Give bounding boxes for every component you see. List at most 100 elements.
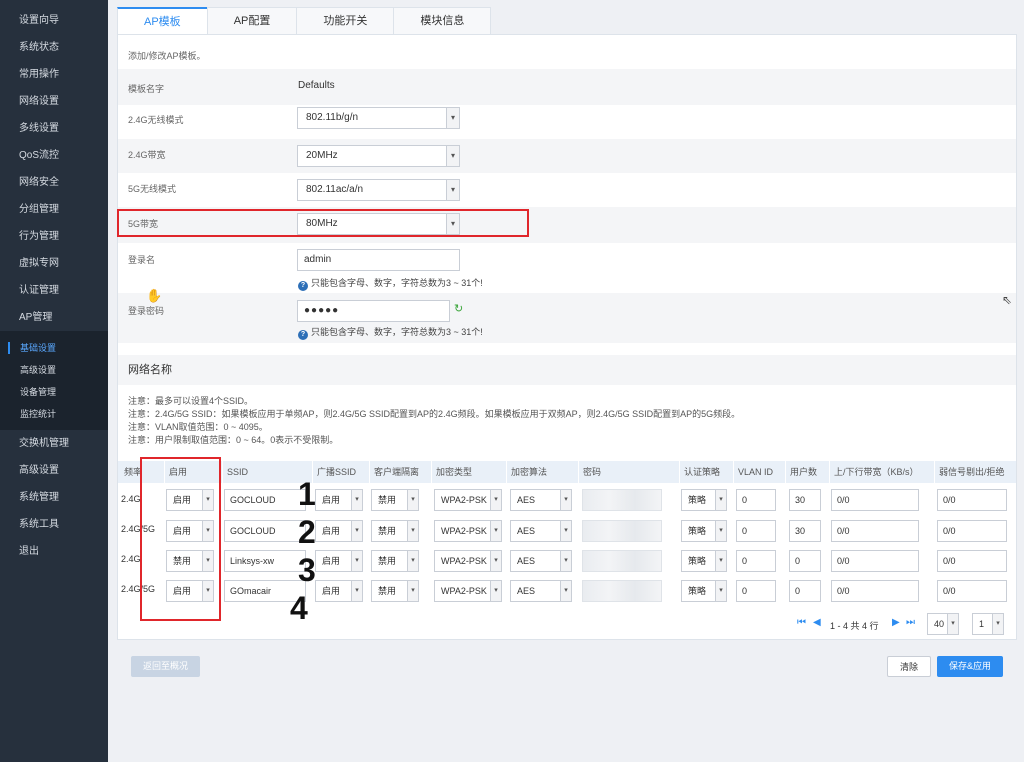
password-field[interactable] [582,550,662,572]
prev-page-icon[interactable]: ◀ [813,617,821,628]
auth-select[interactable]: 策略 ▾ [681,580,727,602]
note-line: 注意：用户限制取值范围：0 ~ 64。0表示不受限制。 [128,435,339,445]
sidebar-item-switch[interactable]: 交换机管理 [0,430,108,457]
ssid-input[interactable]: GOCLOUD [224,489,306,511]
ssid-input[interactable]: Linksys-xw [224,550,306,572]
sidebar-subitem-devices[interactable]: 设备管理 [0,381,108,403]
auth-select[interactable]: 策略 ▾ [681,550,727,572]
refresh-icon[interactable]: ↻ [454,302,463,315]
enc-type-select[interactable]: WPA2-PSK ▾ [434,580,502,602]
sidebar-item-qos[interactable]: QoS流控 [0,142,108,169]
note-line: 注意：最多可以设置4个SSID。 [128,396,254,406]
vlan-input[interactable]: 0 [736,580,776,602]
isolation-select[interactable]: 禁用 ▾ [371,489,419,511]
isolation-select[interactable]: 禁用 ▾ [371,580,419,602]
bw-24-select[interactable]: 20MHz ▾ [297,145,460,167]
page-select[interactable]: 1 ▾ [972,613,1004,635]
broadcast-select[interactable]: 启用 ▾ [315,550,363,572]
sidebar-item-behavior[interactable]: 行为管理 [0,223,108,250]
weak-signal-input[interactable]: 0/0 [937,520,1007,542]
bandwidth-input[interactable]: 0/0 [831,489,919,511]
sidebar-item-auth[interactable]: 认证管理 [0,277,108,304]
chevron-down-icon: ▾ [351,551,362,571]
weak-signal-input[interactable]: 0/0 [937,580,1007,602]
vlan-input[interactable]: 0 [736,520,776,542]
back-to-overview-button[interactable]: 返回至概况 [131,656,201,677]
enc-alg-select[interactable]: AES ▾ [510,550,572,572]
sidebar-item-setup-wizard[interactable]: 设置向导 [0,7,108,34]
vlan-input[interactable]: 0 [736,489,776,511]
bw-24-label: 2.4G带宽 [128,150,166,160]
sidebar-item-system[interactable]: 系统管理 [0,484,108,511]
users-input[interactable]: 30 [789,489,821,511]
isolation-select[interactable]: 禁用 ▾ [371,550,419,572]
freq-cell: 2.4G [121,554,141,564]
last-page-icon[interactable]: ⏭ [906,617,915,628]
password-field[interactable] [582,520,662,542]
sidebar-item-network[interactable]: 网络设置 [0,88,108,115]
auth-select[interactable]: 策略 ▾ [681,489,727,511]
bandwidth-input[interactable]: 0/0 [831,580,919,602]
first-page-icon[interactable]: ⏮ [797,617,806,628]
mode-5-select[interactable]: 802.11ac/a/n ▾ [297,179,460,201]
row-login-name: 登录名 admin ? 只能包含字母、数字，字符总数为3 ~ 31个! [118,243,1016,293]
freq-cell: 2.4G [121,494,141,504]
mode-24-label: 2.4G无线模式 [128,115,184,125]
users-input[interactable]: 30 [789,520,821,542]
users-input[interactable]: 0 [789,580,821,602]
enc-alg-select[interactable]: AES ▾ [510,520,572,542]
next-page-icon[interactable]: ▶ [892,617,900,628]
enc-alg-select[interactable]: AES ▾ [510,580,572,602]
clear-button[interactable]: 清除 [887,656,932,677]
sidebar-item-ap[interactable]: AP管理 [0,304,108,331]
sidebar-item-system-status[interactable]: 系统状态 [0,34,108,61]
bandwidth-input[interactable]: 0/0 [831,550,919,572]
chevron-down-icon: ▾ [446,146,459,166]
tab-ap-config[interactable]: AP配置 [206,7,298,35]
mode-24-select[interactable]: 802.11b/g/n ▾ [297,107,460,129]
page-size-select[interactable]: 40 ▾ [927,613,959,635]
enc-alg-select[interactable]: AES ▾ [510,489,572,511]
password-field[interactable] [582,580,662,602]
tab-module-info[interactable]: 模块信息 [393,7,492,35]
sidebar-item-tools[interactable]: 系统工具 [0,511,108,538]
sidebar-item-multiline[interactable]: 多线设置 [0,115,108,142]
users-input[interactable]: 0 [789,550,821,572]
sidebar-subitem-monitor[interactable]: 监控统计 [0,403,108,425]
chevron-down-icon: ▾ [407,581,418,601]
login-name-input[interactable]: admin [297,249,460,271]
sidebar-item-groups[interactable]: 分组管理 [0,196,108,223]
broadcast-select[interactable]: 启用 ▾ [315,489,363,511]
enc-type-select[interactable]: WPA2-PSK ▾ [434,520,502,542]
weak-signal-input[interactable]: 0/0 [937,550,1007,572]
broadcast-select[interactable]: 启用 ▾ [315,580,363,602]
password-field[interactable] [582,489,662,511]
tab-ap-template[interactable]: AP模板 [117,7,208,36]
sidebar-item-logout[interactable]: 退出 [0,538,108,565]
ssid-table-header: 频率 启用 SSID 广播SSID 客户端隔离 加密类型 加密算法 密码 认证策… [118,461,1016,483]
sidebar-item-security[interactable]: 网络安全 [0,169,108,196]
tab-feature-switch[interactable]: 功能开关 [296,7,395,35]
chevron-down-icon: ▾ [560,521,571,541]
password-label: 登录密码 [128,306,165,316]
enc-type-select[interactable]: WPA2-PSK ▾ [434,550,502,572]
ssid-input[interactable]: GOCLOUD [224,520,306,542]
mode-5-label: 5G无线模式 [128,184,177,194]
auth-select[interactable]: 策略 ▾ [681,520,727,542]
chevron-down-icon: ▾ [992,614,1003,634]
chevron-down-icon: ▾ [407,551,418,571]
enc-type-select[interactable]: WPA2-PSK ▾ [434,489,502,511]
sidebar-item-common-ops[interactable]: 常用操作 [0,61,108,88]
save-apply-button[interactable]: 保存&应用 [937,656,1004,677]
sidebar-subitem-advanced[interactable]: 高级设置 [0,359,108,381]
sidebar-item-advanced[interactable]: 高级设置 [0,457,108,484]
isolation-select[interactable]: 禁用 ▾ [371,520,419,542]
bandwidth-input[interactable]: 0/0 [831,520,919,542]
sidebar-subitem-basic[interactable]: 基础设置 [0,337,108,359]
broadcast-select[interactable]: 启用 ▾ [315,520,363,542]
password-input[interactable]: ●●●●● [297,300,450,322]
vlan-input[interactable]: 0 [736,550,776,572]
sidebar-item-vpn[interactable]: 虚拟专网 [0,250,108,277]
weak-signal-input[interactable]: 0/0 [937,489,1007,511]
col-isolation: 客户端隔离 [369,461,419,483]
